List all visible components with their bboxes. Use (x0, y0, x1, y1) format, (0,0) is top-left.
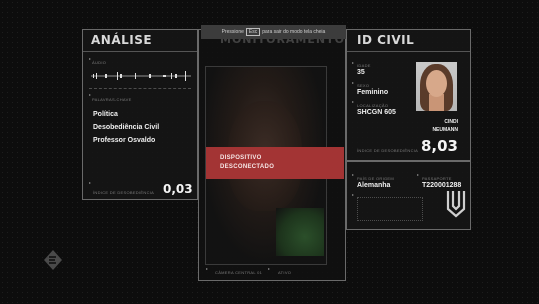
country-label: PAÍS DE ORIGEM (357, 176, 395, 181)
sex-value: Feminino (357, 89, 389, 96)
age-marker: ▸ (352, 60, 355, 65)
location-marker: ▸ (352, 99, 355, 104)
fullscreen-exit-hint: Pressione Esc para sair do modo tela cheia (201, 25, 346, 39)
extra-info-box (357, 197, 423, 221)
location-value: SHCGN 605 (357, 109, 396, 116)
keyword-item: Desobediência Civil (93, 124, 160, 131)
index-marker: ▸ (89, 180, 92, 185)
passport-label: PASSAPORTE (422, 176, 452, 181)
passport-marker: ▸ (417, 172, 420, 177)
alert-line-1: DISPOSITIVO (220, 155, 262, 161)
location-label: LOCALIZAÇÃO (357, 103, 389, 108)
camera-footer-right: ATIVO (278, 270, 292, 275)
audio-label: ÁUDIO (92, 60, 107, 65)
hint-suffix: para sair do modo tela cheia (262, 29, 326, 35)
keyword-item: Professor Osvaldo (93, 137, 156, 144)
device-disconnected-alert: DISPOSITIVO DESCONECTADO (206, 147, 344, 179)
cam-marker-left: ▸ (206, 266, 209, 271)
analysis-index-value: 0,03 (163, 182, 193, 196)
extra-marker: ▸ (352, 192, 355, 197)
keywords-label: PALAVRAS-CHAVE (92, 97, 132, 102)
civil-id-title: ID CIVIL (357, 33, 415, 47)
logo-icon (44, 250, 62, 270)
alert-line-2: DESCONECTADO (220, 164, 275, 170)
keywords-marker: ▸ (89, 92, 92, 97)
analysis-index-label: ÍNDICE DE DESOBEDIÊNCIA (93, 190, 155, 195)
emblem-icon (446, 191, 466, 218)
analysis-divider (89, 88, 191, 89)
sex-label: SEXO (357, 83, 370, 88)
country-marker: ▸ (352, 172, 355, 177)
analysis-panel: ANÁLISE ▸ ÁUDIO ▸ PALAVRAS-CHAVE Polític… (82, 29, 198, 200)
origin-panel: ▸ PAÍS DE ORIGEM Alemanha ▸ PASSAPORTE T… (346, 161, 471, 230)
audio-waveform (91, 71, 191, 81)
last-name: NEUMANN (432, 127, 458, 133)
country-value: Alemanha (357, 182, 391, 189)
cam-marker-right: ▸ (268, 266, 271, 271)
keyword-item: Política (93, 111, 118, 118)
esc-key[interactable]: Esc (245, 27, 261, 36)
civil-index-label: ÍNDICE DE DESOBEDIÊNCIA (357, 148, 419, 153)
camera-footer-left: CÂMERA CENTRAL 01 (215, 270, 263, 275)
audio-marker: ▸ (89, 56, 92, 61)
analysis-title: ANÁLISE (91, 33, 153, 47)
civil-index-value: 8,03 (420, 137, 458, 155)
analysis-title-rule (83, 51, 197, 52)
age-label: IDADE (357, 63, 371, 68)
photo-face (426, 70, 447, 97)
hint-prefix: Pressione (221, 29, 244, 35)
citizen-photo (416, 62, 457, 111)
sex-marker: ▸ (352, 80, 355, 85)
age-value: 35 (357, 69, 365, 76)
passport-value: T220001288 (422, 182, 462, 189)
first-name: CINDI (444, 119, 458, 125)
civil-id-title-rule (347, 51, 470, 52)
camera-background-plant (276, 208, 324, 256)
